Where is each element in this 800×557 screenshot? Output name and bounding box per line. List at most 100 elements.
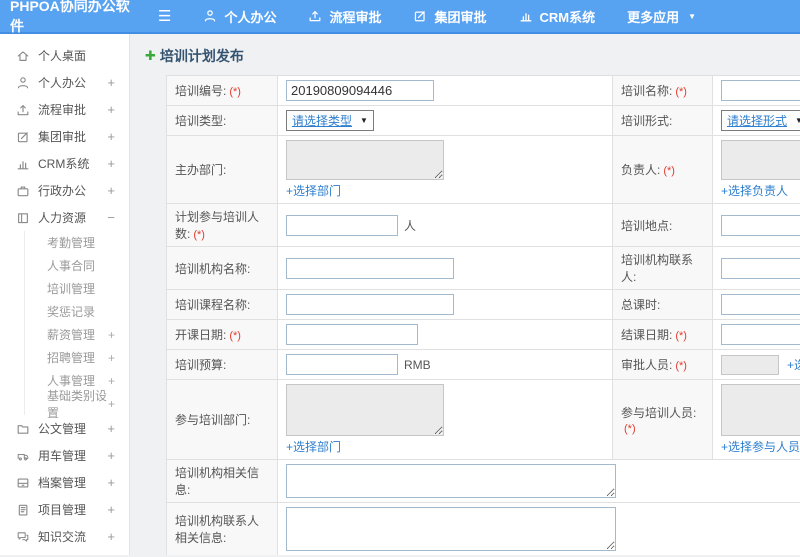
archive-icon: [16, 476, 31, 490]
required-mark: (*): [229, 330, 241, 342]
join-people-textarea[interactable]: [721, 384, 800, 436]
form-row-org-name: 培训机构名称: 培训机构联系人:: [166, 246, 800, 290]
sidebar-subitem-base-category[interactable]: 基础类别设置 +: [25, 389, 129, 420]
app-logo: PHPOA协同办公软件: [10, 0, 130, 34]
bar-chart-icon: [519, 9, 533, 23]
training-form-select[interactable]: 请选择形式 ▼: [721, 110, 800, 131]
field-label: 培训课程名称:: [175, 298, 251, 312]
required-mark: (*): [663, 165, 675, 177]
unit-label: 人: [404, 218, 417, 233]
sidebar-item-vehicle-mgmt[interactable]: 用车管理 +: [0, 442, 129, 469]
form-row-org-info: 培训机构相关信息:: [166, 459, 800, 503]
sidebar-item-knowledge-exchange[interactable]: 知识交流 +: [0, 523, 129, 550]
training-type-select[interactable]: 请选择类型 ▼: [286, 110, 374, 131]
leader-textarea[interactable]: [721, 140, 800, 180]
org-name-input[interactable]: [286, 257, 454, 279]
course-name-input[interactable]: [286, 294, 454, 315]
expand-indicator: +: [107, 421, 115, 436]
field-label: 总课时:: [621, 298, 661, 312]
field-label: 培训机构联系人:: [621, 253, 694, 284]
expand-indicator: +: [107, 502, 115, 517]
sidebar-item-personal-office[interactable]: 个人办公 +: [0, 69, 129, 96]
hamburger-menu-icon[interactable]: ☰: [158, 7, 171, 25]
sidebar-item-crm-system[interactable]: CRM系统 +: [0, 150, 129, 177]
approver-box[interactable]: [721, 354, 779, 375]
sidebar-item-group-approval[interactable]: 集团审批 +: [0, 123, 129, 150]
upload-icon: [16, 103, 31, 117]
form-row-training-type: 培训类型: 请选择类型 ▼ 培训形式: 请选择形式 ▼: [166, 105, 800, 136]
org-info-textarea[interactable]: [286, 464, 616, 498]
sidebar-item-archive-mgmt[interactable]: 档案管理 +: [0, 469, 129, 496]
sidebar-item-label: 个人办公: [38, 76, 87, 90]
end-date-input[interactable]: [721, 324, 800, 345]
select-participants-link[interactable]: +选择参与人员: [721, 438, 800, 455]
expand-indicator: +: [107, 350, 115, 365]
org-contact-info-textarea[interactable]: [286, 507, 616, 551]
sidebar-item-human-resources[interactable]: 人力资源 −: [0, 204, 129, 231]
planned-count-input[interactable]: [286, 214, 398, 236]
nav-workflow-approval[interactable]: 流程审批: [308, 7, 381, 26]
training-number-input[interactable]: [286, 80, 434, 101]
sidebar-item-workflow-approval[interactable]: 流程审批 +: [0, 96, 129, 123]
field-label: 培训预算:: [175, 358, 227, 372]
sidebar-item-document-mgmt[interactable]: 公文管理 +: [0, 415, 129, 442]
field-label: 培训形式:: [621, 114, 673, 128]
expand-indicator: +: [107, 156, 115, 171]
main-content: ✚ 培训计划发布 培训编号:(*) 培训名称:(*) 培训类型: 请选择类型 ▼: [130, 34, 800, 555]
training-name-input[interactable]: [721, 80, 800, 101]
form-row-start-date: 开课日期: (*) 结课日期: (*): [166, 319, 800, 350]
expand-indicator: +: [107, 327, 115, 342]
nav-group-approval[interactable]: 集团审批: [413, 7, 487, 26]
chevron-down-icon: ▼: [360, 116, 368, 125]
budget-input[interactable]: [286, 354, 398, 375]
home-icon: [16, 49, 31, 63]
user-icon: [16, 76, 31, 90]
notebook-icon: [16, 503, 31, 517]
sidebar-subitem-salary[interactable]: 薪资管理 +: [25, 323, 129, 346]
sidebar-item-label: 人力资源: [38, 211, 87, 225]
total-hours-input[interactable]: [721, 294, 800, 315]
field-label: 培训机构联系人相关信息:: [175, 514, 260, 545]
form-row-training-number: 培训编号:(*) 培训名称:(*): [166, 75, 800, 106]
nav-label: 个人办公: [224, 9, 277, 25]
nav-more-apps[interactable]: 更多应用 ▼: [627, 7, 696, 26]
select-approver-link[interactable]: +选择审批人员: [787, 356, 800, 373]
sidebar-subitem-recruitment[interactable]: 招聘管理 +: [25, 346, 129, 369]
select-value: 请选择类型: [292, 114, 353, 128]
select-dept-link[interactable]: +选择部门: [286, 182, 341, 199]
nav-crm-system[interactable]: CRM系统: [519, 7, 595, 26]
sidebar-subitem-rewards[interactable]: 奖惩记录: [25, 300, 129, 323]
expand-indicator: +: [107, 102, 115, 117]
host-dept-textarea[interactable]: [286, 140, 444, 180]
select-value: 请选择形式: [727, 114, 788, 128]
sidebar-subitem-attendance[interactable]: 考勤管理: [25, 231, 129, 254]
form-row-budget: 培训预算: RMB 审批人员:(*) +选择审批人员: [166, 349, 800, 380]
form-row-course-name: 培训课程名称: 总课时:: [166, 289, 800, 320]
subitem-label: 奖惩记录: [47, 305, 96, 319]
sidebar-subitem-training[interactable]: 培训管理: [25, 277, 129, 300]
field-label: 审批人员:: [621, 358, 673, 372]
sidebar-item-admin-office[interactable]: 行政办公 +: [0, 177, 129, 204]
sidebar-item-project-mgmt[interactable]: 项目管理 +: [0, 496, 129, 523]
user-icon: [203, 9, 217, 23]
sidebar-item-label: 个人桌面: [38, 49, 87, 63]
add-icon: ✚: [145, 48, 156, 63]
sidebar-subitem-hr-contract[interactable]: 人事合同: [25, 254, 129, 277]
sidebar-item-label: CRM系统: [38, 157, 90, 171]
location-input[interactable]: [721, 214, 800, 236]
select-leader-link[interactable]: +选择负责人: [721, 182, 788, 199]
subitem-label: 人事合同: [47, 259, 96, 273]
nav-personal-office[interactable]: 个人办公: [203, 7, 276, 26]
select-dept-link[interactable]: +选择部门: [286, 438, 341, 455]
top-navbar: PHPOA协同办公软件 ☰ 个人办公 流程审批 集团审批 CRM系统 更多应用 …: [0, 0, 800, 34]
org-contact-input[interactable]: [721, 257, 800, 279]
start-date-input[interactable]: [286, 324, 418, 345]
sidebar-item-label: 集团审批: [38, 130, 87, 144]
join-dept-textarea[interactable]: [286, 384, 444, 436]
page-title: ✚ 培训计划发布: [130, 34, 800, 75]
sidebar-item-personal-desktop[interactable]: 个人桌面: [0, 42, 129, 69]
sidebar-item-label: 档案管理: [38, 476, 87, 490]
nav-label: 集团审批: [434, 9, 487, 25]
form-row-join-dept: 参与培训部门: +选择部门 参与培训人员: (*) +选择参与人员: [166, 379, 800, 460]
expand-indicator: +: [107, 373, 115, 388]
